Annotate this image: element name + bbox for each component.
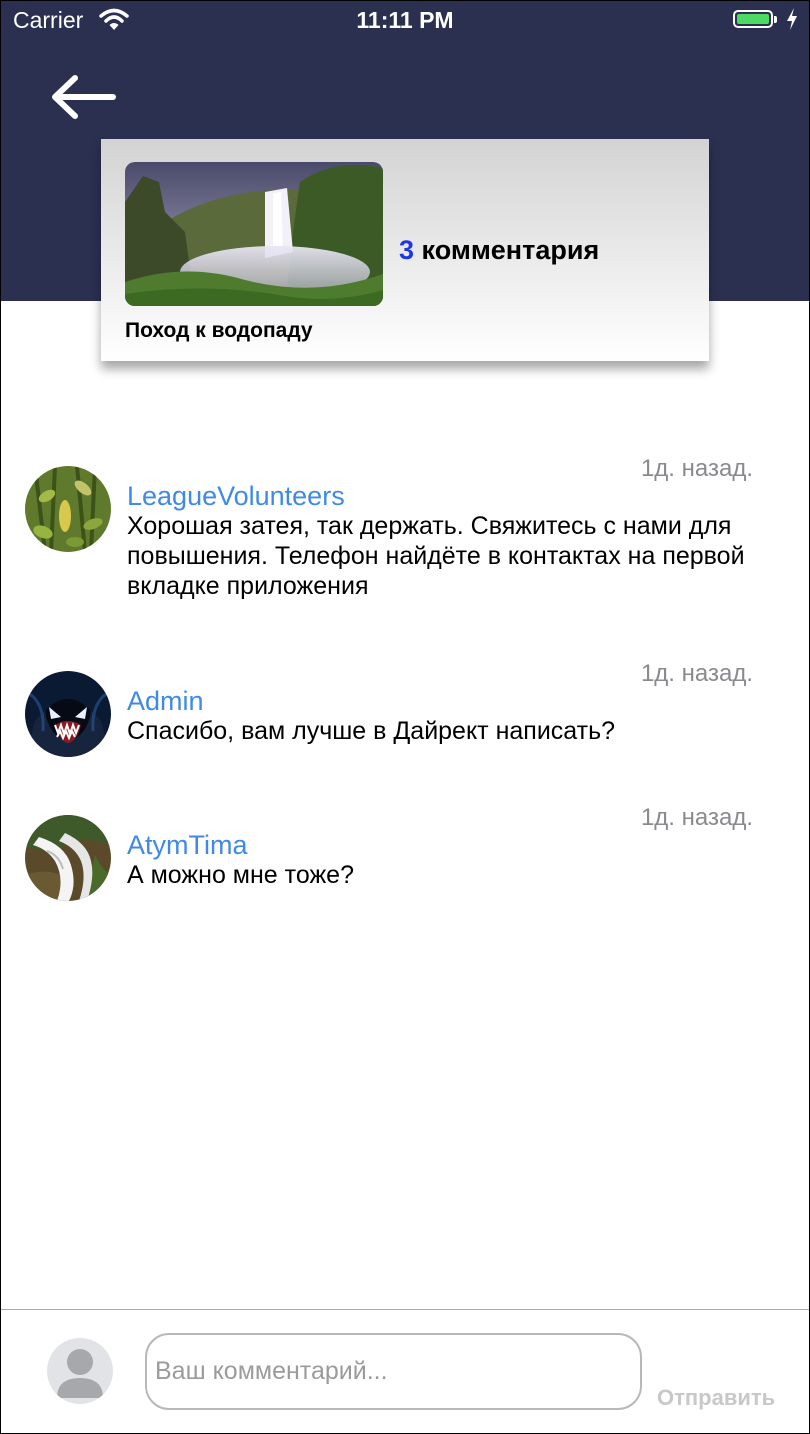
comment-text: Хорошая затея, так держать. Свяжитесь с … <box>127 512 745 600</box>
post-image <box>125 162 383 306</box>
comment-input[interactable] <box>145 1333 642 1410</box>
comment-text: А можно мне тоже? <box>127 861 354 889</box>
avatar[interactable] <box>25 815 111 901</box>
comment-time: 1д. назад. <box>640 660 753 687</box>
comment-text: Спасибо, вам лучше в Дайрект написать? <box>127 717 616 745</box>
comment-count-number: 3 <box>399 235 415 265</box>
comment-count-label: комментария <box>421 235 600 265</box>
comment-time: 1д. назад. <box>640 804 753 831</box>
post-title: Поход к водопаду <box>125 319 313 342</box>
avatar[interactable] <box>25 466 111 552</box>
screen: Carrier 11:11 PM Поход к водопаду 3 комм… <box>0 0 810 1434</box>
post-card[interactable]: Поход к водопаду 3 комментария <box>101 139 709 361</box>
charging-bolt-icon <box>787 8 797 30</box>
battery-icon <box>733 10 777 28</box>
comment-author[interactable]: Admin <box>127 686 204 717</box>
comment-time: 1д. назад. <box>640 455 753 482</box>
comment-author[interactable]: LeagueVolunteers <box>127 481 345 512</box>
composer-divider <box>1 1309 809 1310</box>
comment-author[interactable]: AtymTima <box>127 830 248 861</box>
back-arrow-icon[interactable] <box>49 73 117 121</box>
clock: 11:11 PM <box>356 7 454 33</box>
send-button[interactable]: Отправить <box>657 1385 775 1411</box>
comment-count: 3 комментария <box>399 235 599 266</box>
avatar[interactable] <box>25 671 111 757</box>
user-placeholder-icon <box>47 1338 113 1404</box>
status-bar: Carrier 11:11 PM <box>1 1 809 41</box>
